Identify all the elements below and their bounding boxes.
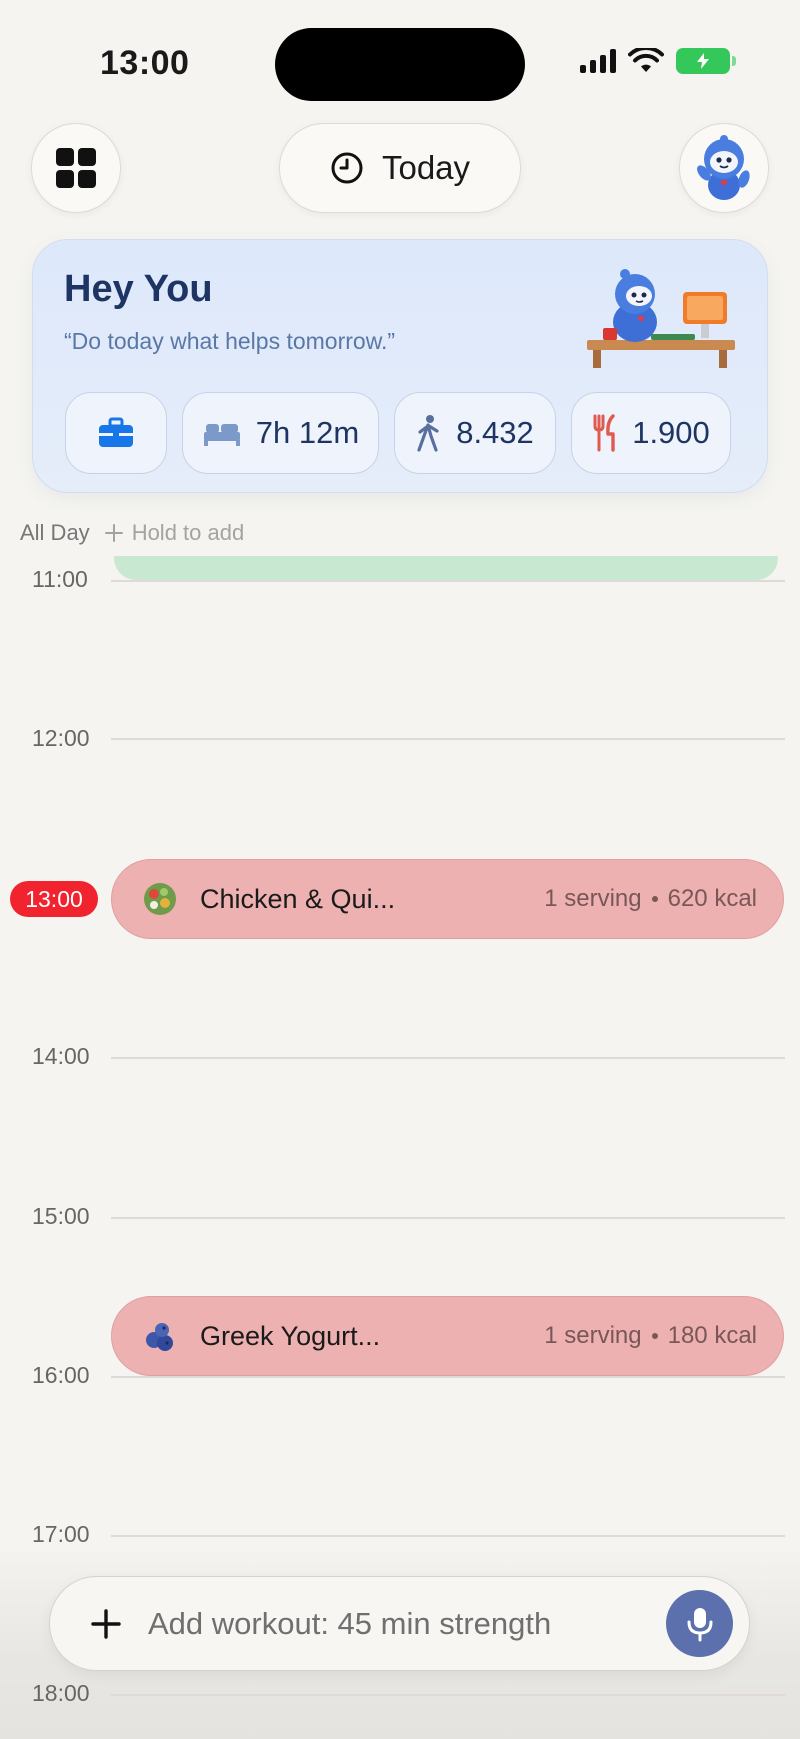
- microphone-icon: [687, 1607, 712, 1641]
- hour-label-15: 15:00: [32, 1203, 90, 1229]
- quick-add-input[interactable]: [148, 1605, 666, 1642]
- hold-to-add-text: Hold to add: [131, 520, 245, 545]
- hour-label-18: 18:00: [32, 1680, 90, 1706]
- status-bar: 13:00: [0, 0, 800, 120]
- hour-line-12: [111, 738, 785, 740]
- bed-icon: [203, 424, 240, 446]
- dynamic-island: [275, 28, 525, 101]
- greeting-title: Hey You: [64, 268, 213, 310]
- all-day-row[interactable]: All Day Hold to add: [20, 520, 244, 546]
- grid-icon: [56, 148, 96, 188]
- stats-chips: 7h 12m 8.432 1.900: [65, 392, 731, 474]
- hour-label-16: 16:00: [32, 1362, 90, 1388]
- today-label: Today: [381, 149, 471, 186]
- battery-charging-icon: [676, 48, 736, 74]
- briefcase-icon: [99, 417, 133, 447]
- meal-event-yogurt[interactable]: Greek Yogurt... 1 serving 180 kcal: [111, 1296, 784, 1376]
- summary-card: Hey You “Do today what helps tomorrow.”: [32, 239, 768, 493]
- fork-knife-icon: [593, 414, 615, 452]
- event-kcal: 620 kcal: [667, 885, 757, 912]
- event-serving: 1 serving: [544, 1322, 642, 1349]
- steps-value: 8.432: [456, 415, 534, 450]
- hour-label-14: 14:00: [32, 1043, 90, 1069]
- hour-line-17: [111, 1535, 785, 1537]
- plus-icon: [91, 1608, 121, 1639]
- status-time: 13:00: [100, 44, 190, 82]
- hour-line-15: [111, 1217, 785, 1219]
- calories-chip[interactable]: 1.900: [571, 392, 731, 474]
- daily-quote: “Do today what helps tomorrow.”: [64, 328, 396, 354]
- calendar-event-partial[interactable]: [114, 556, 778, 580]
- meal-event-chicken[interactable]: Chicken & Qui... 1 serving 620 kcal: [111, 859, 784, 939]
- hour-line-18: [111, 1694, 785, 1696]
- profile-avatar-button[interactable]: [679, 123, 769, 213]
- apps-grid-button[interactable]: [31, 123, 121, 213]
- clock-icon: [331, 152, 363, 184]
- wifi-icon: [628, 48, 664, 72]
- status-icons: [580, 48, 736, 74]
- hold-to-add-hint: Hold to add: [104, 520, 245, 546]
- walking-icon: [417, 415, 439, 452]
- plus-icon: [104, 524, 123, 542]
- today-button[interactable]: Today: [279, 123, 521, 213]
- event-title: Greek Yogurt...: [200, 1320, 381, 1351]
- separator-dot: [651, 896, 658, 902]
- event-title: Chicken & Qui...: [200, 883, 396, 914]
- all-day-label: All Day: [20, 520, 90, 545]
- voice-input-button[interactable]: [666, 1590, 733, 1657]
- add-button[interactable]: [88, 1606, 124, 1642]
- separator-dot: [651, 1333, 658, 1339]
- current-time-badge: 13:00: [10, 881, 98, 917]
- steps-chip[interactable]: 8.432: [394, 392, 556, 474]
- hour-label-11: 11:00: [32, 566, 88, 592]
- cellular-signal-icon: [580, 49, 616, 73]
- mascot-avatar-icon: [697, 135, 750, 200]
- quick-add-bar: [49, 1576, 750, 1671]
- event-kcal: 180 kcal: [667, 1322, 757, 1349]
- sleep-value: 7h 12m: [255, 415, 360, 450]
- hour-label-12: 12:00: [32, 725, 90, 751]
- calories-value: 1.900: [632, 415, 710, 450]
- work-chip[interactable]: [65, 392, 167, 474]
- salad-icon: [142, 881, 178, 917]
- hour-line-14: [111, 1057, 785, 1059]
- mascot-at-desk-illustration: [587, 269, 735, 368]
- sleep-chip[interactable]: 7h 12m: [182, 392, 379, 474]
- event-meta: 1 serving 180 kcal: [544, 1322, 757, 1350]
- event-serving: 1 serving: [544, 885, 642, 912]
- blueberry-icon: [142, 1318, 178, 1354]
- hour-line-11: [111, 580, 785, 582]
- hour-line-16: [111, 1376, 785, 1378]
- event-meta: 1 serving 620 kcal: [544, 885, 757, 913]
